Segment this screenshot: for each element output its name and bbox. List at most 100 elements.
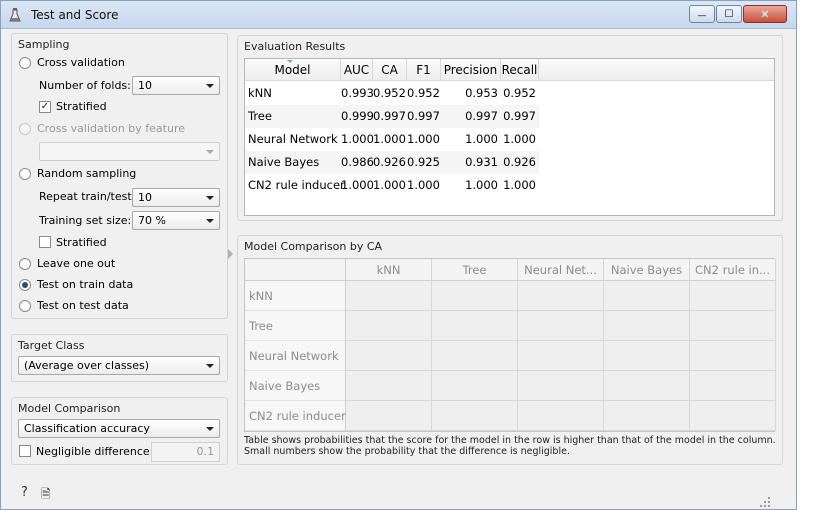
comparison-metric-value: Classification accuracy xyxy=(24,422,150,435)
close-icon: ✕ xyxy=(760,7,770,21)
test-and-score-window: Test and Score — ☐ ✕ Sampling Cross vali… xyxy=(0,0,797,510)
training-size-label: Training set size: xyxy=(39,214,132,227)
repeat-combo[interactable]: 10 xyxy=(132,188,220,207)
score-cell: 0.952 xyxy=(503,86,536,100)
model-name-cell: CN2 rule inducer xyxy=(248,178,345,192)
column-header-recall[interactable]: Recall xyxy=(501,59,539,81)
score-cell: 0.999 xyxy=(341,109,374,123)
score-cell: 0.997 xyxy=(407,109,440,123)
training-size-value: 70 % xyxy=(138,214,166,227)
report-icon[interactable]: 🗎 xyxy=(41,485,51,506)
comparison-cell xyxy=(518,401,604,431)
help-icon[interactable]: ? xyxy=(21,485,28,500)
column-header-f1[interactable]: F1 xyxy=(407,59,441,81)
target-class-value: (Average over classes) xyxy=(24,359,150,372)
score-cell: 0.986 xyxy=(341,155,374,169)
comparison-cell xyxy=(690,341,776,371)
comparison-row-header: Neural Network xyxy=(245,341,346,371)
score-cell: 1.000 xyxy=(373,132,406,146)
training-size-combo[interactable]: 70 % xyxy=(132,211,220,230)
table-corner xyxy=(245,259,346,281)
stratified-checkbox[interactable]: ✓ xyxy=(39,101,51,113)
comparison-cell xyxy=(432,281,518,311)
comparison-cell xyxy=(690,401,776,431)
stratified2-label: Stratified xyxy=(56,236,107,249)
test-on-train-radio[interactable] xyxy=(19,279,31,291)
leave-one-out-label: Leave one out xyxy=(37,257,116,270)
chevron-down-icon xyxy=(206,196,214,200)
column-header-precision[interactable]: Precision xyxy=(441,59,501,81)
comparison-cell xyxy=(346,311,432,341)
chevron-down-icon xyxy=(206,84,214,88)
cv-by-feature-label: Cross validation by feature xyxy=(37,122,186,135)
score-cell: 1.000 xyxy=(341,132,374,146)
comparison-column-header: Naive Bayes xyxy=(604,259,690,281)
comparison-cell xyxy=(604,371,690,401)
chevron-down-icon xyxy=(206,150,214,154)
comparison-cell xyxy=(518,371,604,401)
window-title: Test and Score xyxy=(31,8,119,22)
app-icon xyxy=(9,8,21,22)
model-name-cell: kNN xyxy=(248,86,272,100)
comparison-column-header: CN2 rule in... xyxy=(690,259,776,281)
score-cell: 1.000 xyxy=(407,132,440,146)
column-header-auc[interactable]: AUC xyxy=(341,59,373,81)
comparison-cell xyxy=(518,341,604,371)
comparison-row-header: kNN xyxy=(245,281,346,311)
score-cell: 1.000 xyxy=(465,132,498,146)
cv-by-feature-radio[interactable] xyxy=(19,123,31,135)
comparison-table[interactable]: kNN Tree Neural Net... Naive Bayes CN2 rule … xyxy=(244,258,776,432)
comparison-column-header: Tree xyxy=(432,259,518,281)
comparison-row-header: Naive Bayes xyxy=(245,371,346,401)
leave-one-out-radio[interactable] xyxy=(19,258,31,270)
random-sampling-label: Random sampling xyxy=(37,167,137,180)
maximize-button[interactable]: ☐ xyxy=(716,5,742,23)
negligible-input[interactable]: 0.1 xyxy=(151,442,220,462)
minimize-button[interactable]: — xyxy=(689,5,715,23)
sampling-title: Sampling xyxy=(18,38,70,51)
comparison-cell xyxy=(690,371,776,401)
comparison-cell xyxy=(518,311,604,341)
comparison-cell xyxy=(346,401,432,431)
score-cell: 1.000 xyxy=(503,132,536,146)
feature-combo[interactable] xyxy=(39,142,220,161)
splitter-handle[interactable] xyxy=(228,249,233,259)
stratified2-checkbox[interactable] xyxy=(39,236,51,248)
comparison-row-header: Tree xyxy=(245,311,346,341)
score-cell: 0.952 xyxy=(373,86,406,100)
comparison-cell xyxy=(690,311,776,341)
comparison-title: Model Comparison by CA xyxy=(244,240,383,253)
random-sampling-radio[interactable] xyxy=(19,168,31,180)
minimize-icon: — xyxy=(697,10,707,21)
resize-grip-icon[interactable] xyxy=(760,497,770,507)
column-header-ca[interactable]: CA xyxy=(373,59,407,81)
target-class-combo[interactable]: (Average over classes) xyxy=(18,356,220,375)
comparison-cell xyxy=(432,341,518,371)
score-cell: 0.931 xyxy=(465,155,498,169)
folds-label: Number of folds: xyxy=(39,79,131,92)
comparison-metric-combo[interactable]: Classification accuracy xyxy=(18,419,220,438)
folds-combo[interactable]: 10 xyxy=(132,76,220,95)
test-on-test-radio[interactable] xyxy=(19,300,31,312)
column-header-model[interactable]: Model xyxy=(245,59,341,81)
score-cell: 0.926 xyxy=(373,155,406,169)
score-cell: 0.997 xyxy=(373,109,406,123)
comparison-cell xyxy=(690,281,776,311)
cross-validation-radio[interactable] xyxy=(19,57,31,69)
comparison-cell xyxy=(432,311,518,341)
score-cell: 1.000 xyxy=(407,178,440,192)
negligible-checkbox[interactable] xyxy=(19,445,31,457)
score-cell: 0.953 xyxy=(465,86,498,100)
chevron-down-icon xyxy=(206,219,214,223)
score-cell: 0.997 xyxy=(465,109,498,123)
repeat-value: 10 xyxy=(138,191,152,204)
model-comparison-title: Model Comparison xyxy=(18,402,121,415)
model-name-cell: Naive Bayes xyxy=(248,155,320,169)
score-cell: 0.926 xyxy=(503,155,536,169)
comparison-cell xyxy=(432,401,518,431)
folds-value: 10 xyxy=(138,79,152,92)
maximize-icon: ☐ xyxy=(724,8,734,20)
close-button[interactable]: ✕ xyxy=(743,5,787,23)
score-cell: 0.952 xyxy=(407,86,440,100)
evaluation-results-table[interactable]: Model AUC CA F1 Precision Recall kNN 0.993 0.952… xyxy=(244,58,775,216)
